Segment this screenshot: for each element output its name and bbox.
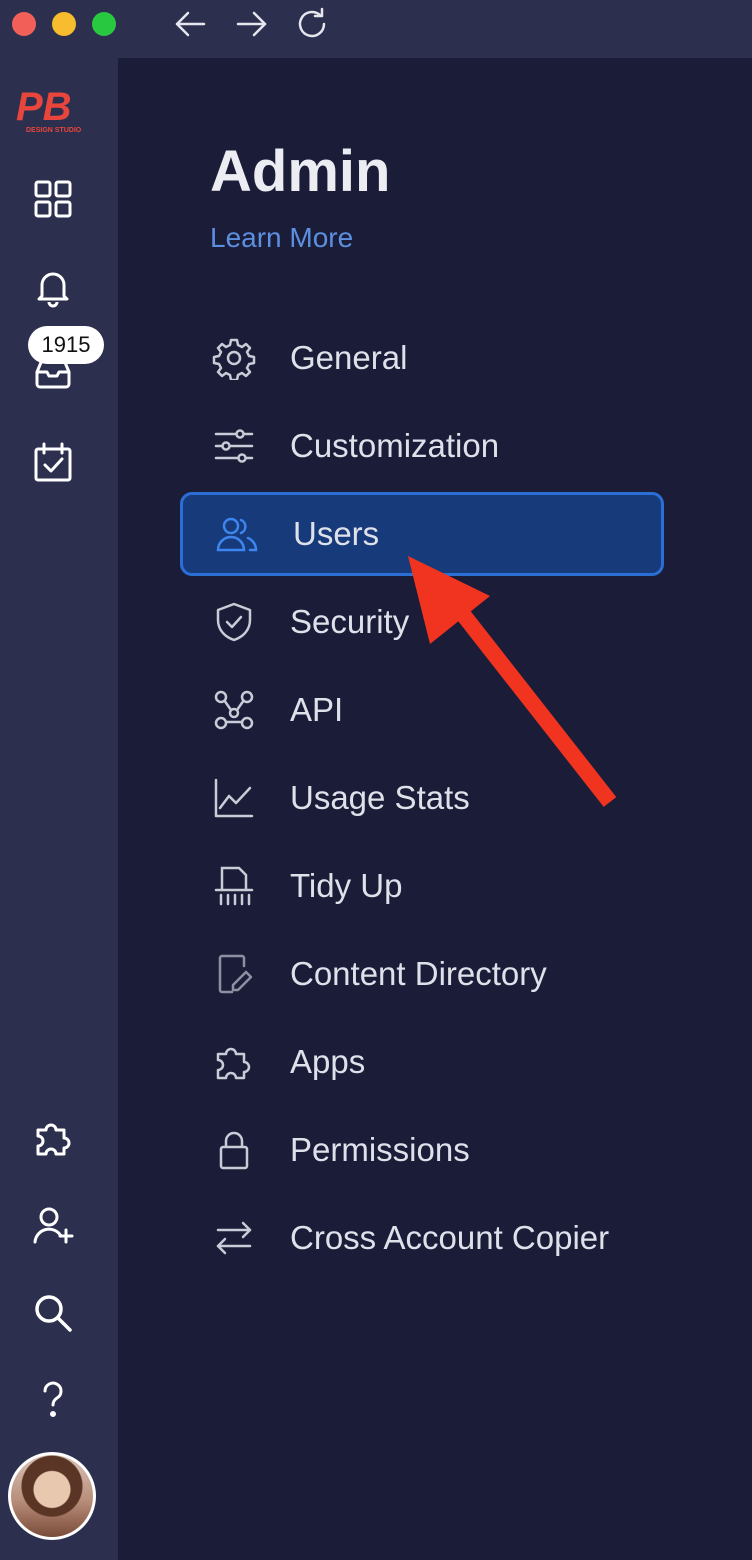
menu-item-cross-account-copier[interactable]: Cross Account Copier xyxy=(180,1196,664,1280)
page-title: Admin xyxy=(210,139,391,204)
menu-item-content-directory[interactable]: Content Directory xyxy=(180,932,664,1016)
document-edit-icon xyxy=(212,952,256,996)
calendar-check-icon[interactable] xyxy=(30,440,76,486)
add-user-icon[interactable] xyxy=(30,1202,76,1248)
inbox-count-badge: 1915 xyxy=(28,326,104,364)
grid-icon[interactable] xyxy=(30,176,76,222)
menu-item-label: Content Directory xyxy=(290,955,547,992)
brand-logo[interactable]: PB DESIGN STUDIO xyxy=(12,78,94,138)
menu-item-tidy-up[interactable]: Tidy Up xyxy=(180,844,664,928)
back-arrow-icon[interactable] xyxy=(172,6,208,42)
gear-icon xyxy=(212,336,256,382)
zoom-window-button[interactable] xyxy=(92,12,116,36)
learn-more-link[interactable]: Learn More xyxy=(210,222,353,254)
menu-item-label: Tidy Up xyxy=(290,867,403,904)
puzzle-icon[interactable] xyxy=(30,1114,76,1160)
reload-icon[interactable] xyxy=(294,6,330,42)
close-window-button[interactable] xyxy=(12,12,36,36)
menu-item-label: Permissions xyxy=(290,1131,470,1168)
api-nodes-icon xyxy=(212,688,256,732)
shield-icon xyxy=(212,600,256,644)
transfer-arrows-icon xyxy=(212,1216,256,1260)
menu-item-customization[interactable]: Customization xyxy=(180,404,664,488)
line-chart-icon xyxy=(212,776,256,820)
menu-item-general[interactable]: General xyxy=(180,316,664,400)
menu-item-label: Apps xyxy=(290,1043,366,1080)
left-rail: PB DESIGN STUDIO 1915 xyxy=(0,58,118,1560)
annotation-arrow xyxy=(408,556,617,807)
window-titlebar xyxy=(0,0,752,58)
lock-icon xyxy=(212,1128,256,1172)
sliders-icon xyxy=(212,424,256,468)
help-icon[interactable] xyxy=(30,1376,76,1422)
menu-item-label: Users xyxy=(293,515,380,552)
menu-item-apps[interactable]: Apps xyxy=(180,1020,664,1104)
svg-text:PB: PB xyxy=(16,85,72,129)
forward-arrow-icon[interactable] xyxy=(234,6,270,42)
user-avatar[interactable] xyxy=(8,1452,96,1540)
shredder-icon xyxy=(212,864,256,908)
menu-item-label: General xyxy=(290,339,408,376)
minimize-window-button[interactable] xyxy=(52,12,76,36)
svg-text:DESIGN STUDIO: DESIGN STUDIO xyxy=(26,127,82,134)
puzzle-icon xyxy=(212,1040,256,1084)
search-icon[interactable] xyxy=(30,1290,76,1336)
users-icon xyxy=(215,512,259,556)
menu-item-label: API xyxy=(290,691,344,728)
menu-item-permissions[interactable]: Permissions xyxy=(180,1108,664,1192)
menu-item-label: Customization xyxy=(290,427,500,464)
menu-item-label: Cross Account Copier xyxy=(290,1219,610,1256)
bell-icon[interactable] xyxy=(30,264,76,310)
